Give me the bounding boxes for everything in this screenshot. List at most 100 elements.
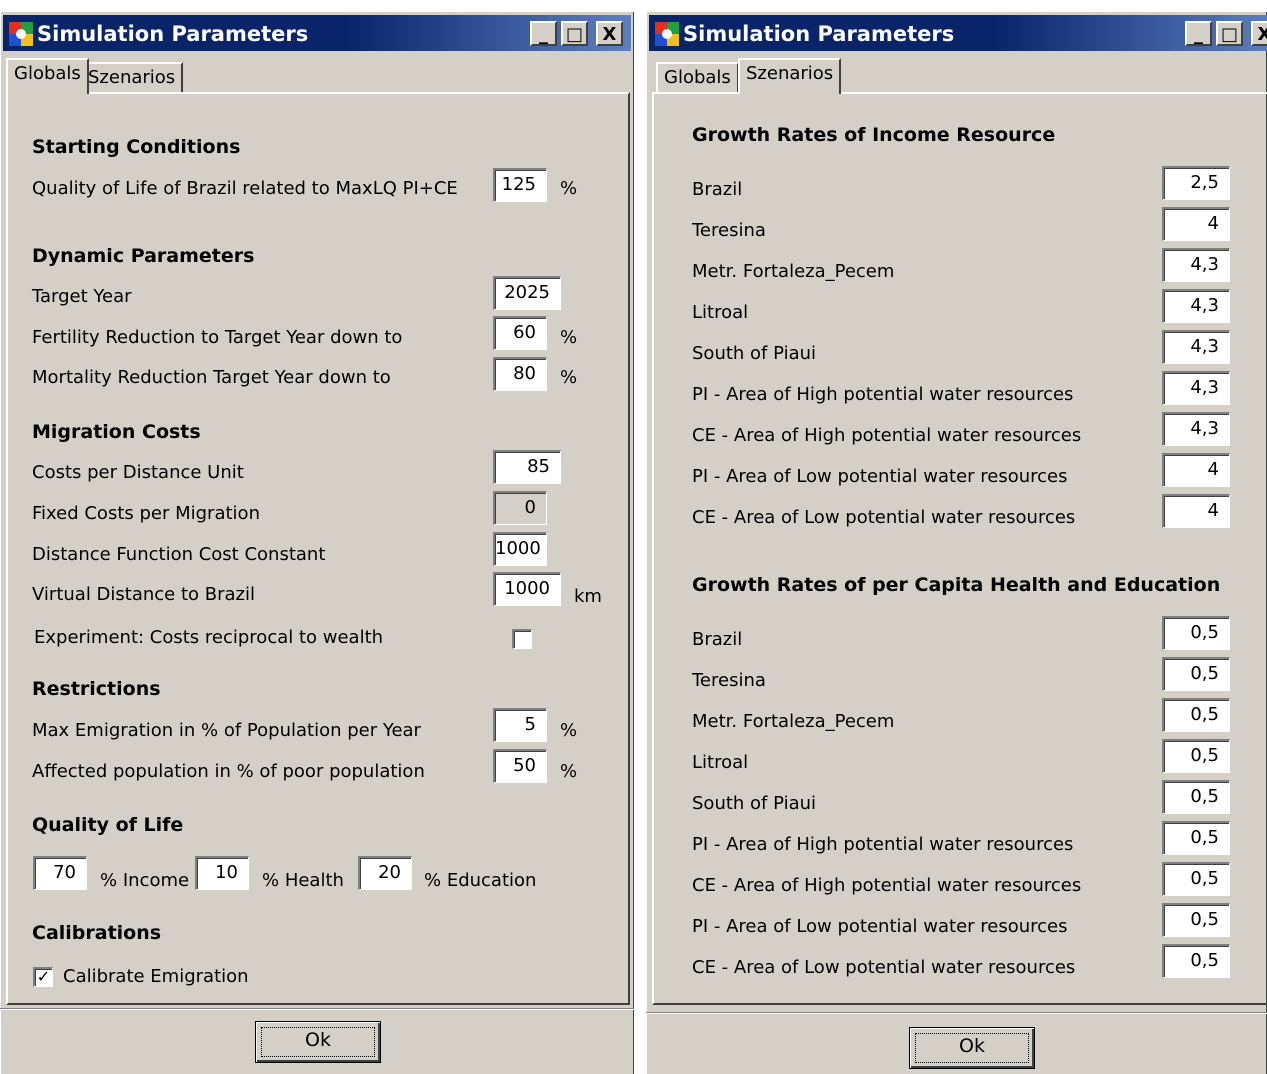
growth-rate-input[interactable]: 4 <box>1162 494 1230 528</box>
label-target-year: Target Year <box>32 286 132 307</box>
growth-rate-input[interactable]: 4 <box>1162 207 1230 241</box>
row-label: Brazil <box>692 179 743 200</box>
row-label: South of Piaui <box>692 343 817 364</box>
label-max-emigration: Max Emigration in % of Population per Ye… <box>32 720 421 741</box>
row-label: CE - Area of Low potential water resourc… <box>692 957 1076 978</box>
growth-rate-input[interactable]: 4 <box>1162 453 1230 487</box>
tab-szenarios[interactable]: Szenarios <box>738 58 842 94</box>
growth-rate-input[interactable]: 4,3 <box>1162 371 1230 405</box>
fixed-costs-input[interactable]: 0 <box>493 491 547 525</box>
label-fixed-costs: Fixed Costs per Migration <box>32 503 260 524</box>
growth-rate-input[interactable]: 0,5 <box>1162 862 1230 896</box>
section-dynamic-parameters: Dynamic Parameters <box>32 245 255 267</box>
label-mortality: Mortality Reduction Target Year down to <box>32 367 391 388</box>
growth-rate-input[interactable]: 0,5 <box>1162 821 1230 855</box>
close-button[interactable]: X <box>596 21 623 46</box>
window-szenarios: Simulation Parameters _ □ X Globals Szen… <box>646 12 1267 1074</box>
footer-separator <box>646 1012 1267 1014</box>
label-health: % Health <box>262 870 344 891</box>
ok-button[interactable]: Ok <box>255 1021 381 1063</box>
row-label: PI - Area of Low potential water resourc… <box>692 916 1068 937</box>
label-experiment: Experiment: Costs reciprocal to wealth <box>34 627 384 648</box>
app-icon <box>9 22 33 46</box>
label-virtual-distance: Virtual Distance to Brazil <box>32 584 255 605</box>
growth-rate-input[interactable]: 2,5 <box>1162 166 1230 200</box>
section-restrictions: Restrictions <box>32 678 161 700</box>
row-label: PI - Area of Low potential water resourc… <box>692 466 1068 487</box>
section-migration-costs: Migration Costs <box>32 421 201 443</box>
costs-per-distance-input[interactable]: 85 <box>493 450 561 484</box>
calibrate-checkbox[interactable]: ✓ <box>33 967 53 987</box>
distance-constant-input[interactable]: 1000 <box>493 532 547 566</box>
growth-rate-input[interactable]: 0,5 <box>1162 616 1230 650</box>
row-label: Teresina <box>692 220 766 241</box>
minimize-button[interactable]: _ <box>530 21 557 46</box>
growth-rate-input[interactable]: 4,3 <box>1162 289 1230 323</box>
virtual-distance-input[interactable]: 1000 <box>493 572 561 606</box>
target-year-input[interactable]: 2025 <box>493 276 561 310</box>
affected-population-input[interactable]: 50 <box>493 749 547 783</box>
tab-szenarios[interactable]: Szenarios <box>80 62 184 92</box>
unit-km: km <box>574 586 602 607</box>
maximize-button[interactable]: □ <box>1216 21 1243 46</box>
window-title: Simulation Parameters <box>37 22 309 46</box>
row-label: South of Piaui <box>692 793 817 814</box>
maximize-button[interactable]: □ <box>561 21 588 46</box>
experiment-checkbox[interactable] <box>512 629 532 649</box>
mortality-input[interactable]: 80 <box>493 357 547 391</box>
focus-rectangle <box>261 1027 375 1057</box>
row-label: Brazil <box>692 629 743 650</box>
growth-rate-input[interactable]: 0,5 <box>1162 657 1230 691</box>
label-education: % Education <box>424 870 537 891</box>
footer-separator <box>0 1008 634 1010</box>
row-label: Litroal <box>692 752 749 773</box>
label-affected-population: Affected population in % of poor populat… <box>32 761 425 782</box>
quality-of-life-brazil-input[interactable]: 125 <box>493 168 547 202</box>
section-health-education-growth: Growth Rates of per Capita Health and Ed… <box>692 574 1221 596</box>
label-fertility: Fertility Reduction to Target Year down … <box>32 327 403 348</box>
row-label: Litroal <box>692 302 749 323</box>
growth-rate-input[interactable]: 4,3 <box>1162 248 1230 282</box>
unit-percent: % <box>560 178 578 199</box>
row-label: Metr. Fortaleza_Pecem <box>692 711 895 732</box>
health-weight-input[interactable]: 10 <box>195 856 249 890</box>
fertility-input[interactable]: 60 <box>493 316 547 350</box>
row-label: PI - Area of High potential water resour… <box>692 384 1074 405</box>
unit-percent: % <box>560 327 578 348</box>
minimize-button[interactable]: _ <box>1185 21 1212 46</box>
label-distance-constant: Distance Function Cost Constant <box>32 544 326 565</box>
tab-globals[interactable]: Globals <box>6 58 89 94</box>
row-label: Teresina <box>692 670 766 691</box>
focus-rectangle <box>915 1033 1029 1063</box>
growth-rate-input[interactable]: 0,5 <box>1162 698 1230 732</box>
education-weight-input[interactable]: 20 <box>358 856 412 890</box>
window-globals: Simulation Parameters _ □ X Globals Szen… <box>0 12 634 1074</box>
title-bar[interactable]: Simulation Parameters _ □ X <box>3 15 631 51</box>
section-quality-of-life: Quality of Life <box>32 814 184 836</box>
growth-rate-input[interactable]: 0,5 <box>1162 944 1230 978</box>
globals-panel: Starting Conditions Quality of Life of B… <box>6 92 630 1005</box>
growth-rate-input[interactable]: 0,5 <box>1162 780 1230 814</box>
ok-button[interactable]: Ok <box>909 1027 1035 1069</box>
unit-percent: % <box>560 720 578 741</box>
row-label: PI - Area of High potential water resour… <box>692 834 1074 855</box>
label-quality-of-life-brazil: Quality of Life of Brazil related to Max… <box>32 178 458 199</box>
row-label: CE - Area of Low potential water resourc… <box>692 507 1076 528</box>
tab-globals[interactable]: Globals <box>656 62 739 92</box>
growth-rate-input[interactable]: 0,5 <box>1162 903 1230 937</box>
growth-rate-input[interactable]: 4,3 <box>1162 412 1230 446</box>
income-weight-input[interactable]: 70 <box>33 856 87 890</box>
row-label: CE - Area of High potential water resour… <box>692 875 1082 896</box>
growth-rate-input[interactable]: 0,5 <box>1162 739 1230 773</box>
row-label: Metr. Fortaleza_Pecem <box>692 261 895 282</box>
section-starting-conditions: Starting Conditions <box>32 136 241 158</box>
title-bar[interactable]: Simulation Parameters _ □ X <box>649 15 1267 51</box>
max-emigration-input[interactable]: 5 <box>493 708 547 742</box>
label-income: % Income <box>100 870 190 891</box>
szenarios-panel: Growth Rates of Income Resource Brazil 2,… <box>652 92 1267 1005</box>
unit-percent: % <box>560 761 578 782</box>
label-calibrate-emigration: Calibrate Emigration <box>63 966 249 987</box>
close-button[interactable]: X <box>1251 21 1267 46</box>
growth-rate-input[interactable]: 4,3 <box>1162 330 1230 364</box>
app-icon <box>655 22 679 46</box>
